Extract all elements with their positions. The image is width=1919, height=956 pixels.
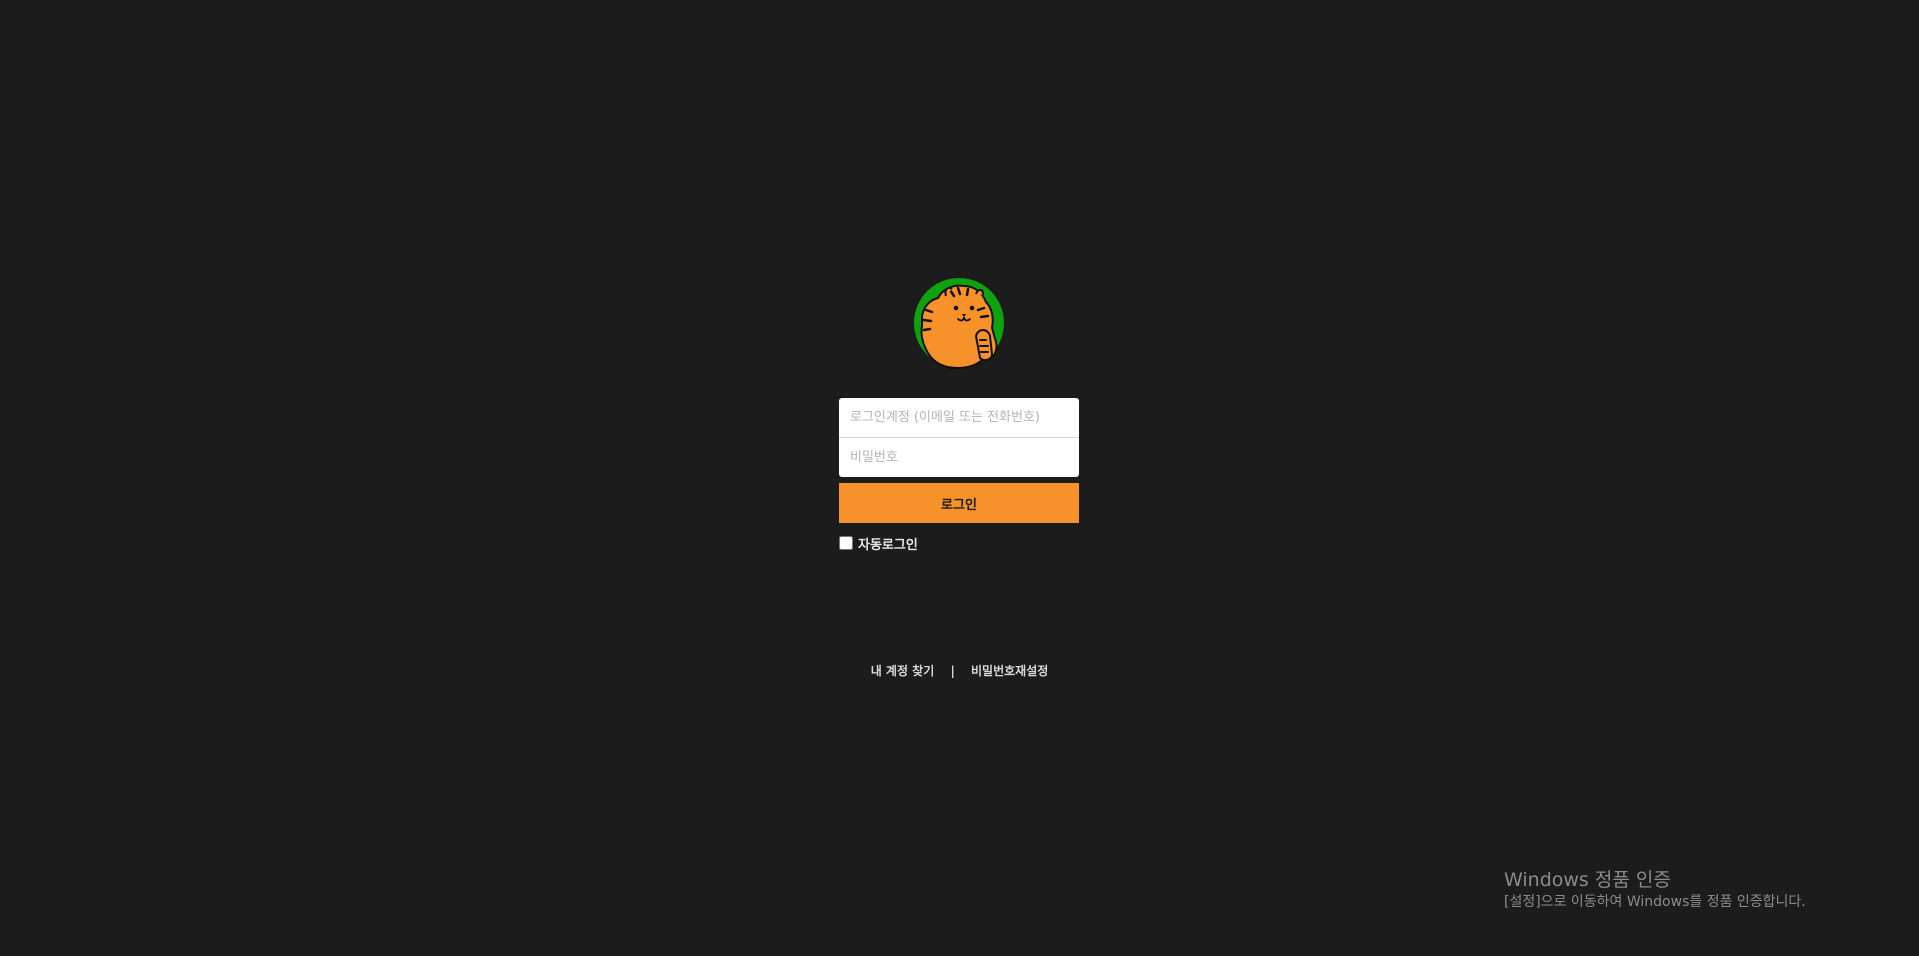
account-links: 내 계정 찾기 | 비밀번호재설정 xyxy=(0,662,1919,679)
find-account-link[interactable]: 내 계정 찾기 xyxy=(871,664,935,678)
password-input[interactable] xyxy=(839,438,1079,477)
link-separator: | xyxy=(950,664,955,678)
watermark-subtitle: [설정]으로 이동하여 Windows를 정품 인증합니다. xyxy=(1504,894,1806,910)
windows-activation-watermark: Windows 정품 인증 [설정]으로 이동하여 Windows를 정품 인증… xyxy=(1504,868,1806,912)
reset-password-link[interactable]: 비밀번호재설정 xyxy=(971,664,1048,678)
tiger-logo-icon xyxy=(912,276,1006,370)
watermark-title: Windows 정품 인증 xyxy=(1504,869,1671,891)
account-input[interactable] xyxy=(839,398,1079,438)
auto-login-label[interactable]: 자동로그인 xyxy=(858,534,918,553)
auto-login-checkbox[interactable] xyxy=(839,536,853,550)
login-form: 로그인 자동로그인 xyxy=(839,398,1079,553)
login-button[interactable]: 로그인 xyxy=(839,483,1079,523)
auto-login-row: 자동로그인 xyxy=(839,534,1079,553)
